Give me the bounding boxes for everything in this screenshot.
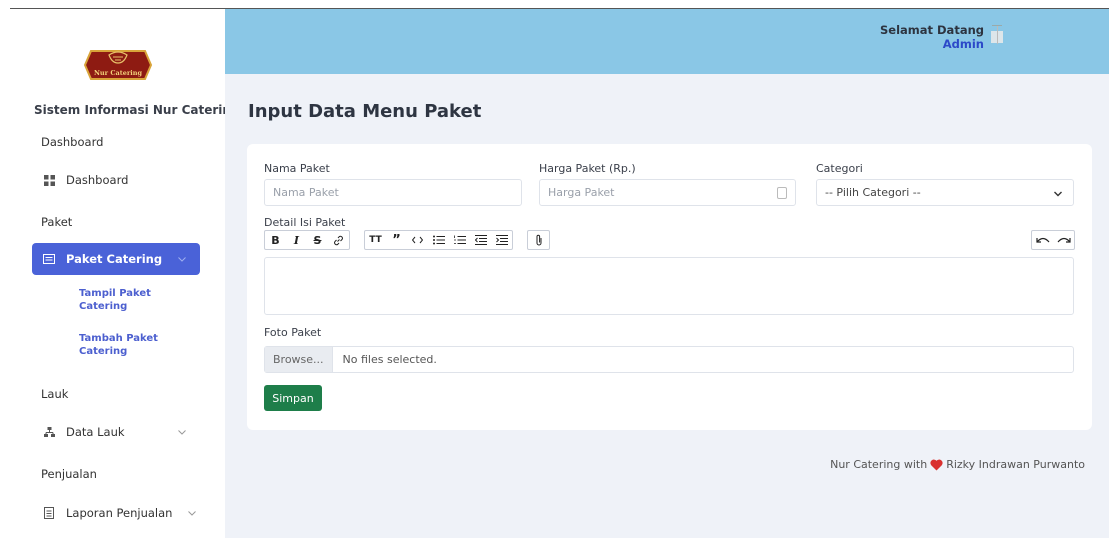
- detail-isi-paket-label: Detail Isi Paket: [264, 216, 346, 229]
- sidebar: Nur Catering Sistem Informasi Nur Cateri…: [10, 9, 240, 538]
- text-format-group: B I S: [264, 230, 350, 250]
- footer: Nur Catering with Rizky Indrawan Purwant…: [830, 458, 1085, 471]
- foto-paket-label: Foto Paket: [264, 326, 322, 339]
- heart-icon: [930, 459, 943, 471]
- bullet-list-icon: [432, 235, 445, 245]
- footer-author: Rizky Indrawan Purwanto: [946, 458, 1085, 471]
- section-dashboard: Dashboard: [41, 135, 104, 149]
- outdent-button[interactable]: [470, 231, 491, 249]
- sidebar-item-label: Laporan Penjualan: [66, 506, 173, 520]
- numbered-list-button[interactable]: [449, 231, 470, 249]
- logo[interactable]: Nur Catering: [83, 45, 153, 85]
- sidebar-subitem-tambah-paket[interactable]: Tambah Paket Catering: [79, 332, 158, 358]
- form-card: Nama Paket Nama Paket Harga Paket (Rp.) …: [247, 144, 1092, 430]
- avatar[interactable]: [989, 23, 1009, 49]
- sidebar-item-label: Dashboard: [66, 173, 129, 187]
- sidebar-subitem-tampil-paket[interactable]: Tampil Paket Catering: [79, 287, 151, 313]
- quote-button[interactable]: ”: [386, 231, 407, 249]
- outdent-icon: [474, 235, 487, 245]
- categori-select[interactable]: -- Pilih Categori --: [816, 179, 1074, 206]
- sidebar-item-data-lauk[interactable]: Data Lauk: [32, 416, 200, 448]
- greeting-text: Selamat Datang: [879, 23, 984, 37]
- section-paket: Paket: [41, 215, 73, 229]
- history-group: [1031, 230, 1075, 250]
- chevron-down-icon: [176, 253, 188, 265]
- attachment-group: [527, 230, 550, 250]
- redo-button[interactable]: [1053, 231, 1074, 249]
- sidebar-item-dashboard[interactable]: Dashboard: [32, 164, 200, 196]
- number-spinner-icon[interactable]: [777, 187, 787, 199]
- user-greeting[interactable]: Selamat Datang Admin: [880, 23, 984, 51]
- editor-toolbar: B I S TT ”: [264, 230, 564, 250]
- foto-paket-file-input[interactable]: Browse... No files selected.: [264, 346, 1074, 373]
- bold-button[interactable]: B: [265, 231, 286, 249]
- nama-paket-input[interactable]: Nama Paket: [264, 179, 522, 206]
- link-button[interactable]: [328, 231, 349, 249]
- strikethrough-button[interactable]: S: [307, 231, 328, 249]
- indent-icon: [495, 235, 508, 245]
- indent-button[interactable]: [491, 231, 512, 249]
- chevron-down-icon: [186, 507, 198, 519]
- sidebar-item-label: Paket Catering: [66, 252, 163, 266]
- document-icon: [41, 505, 57, 521]
- sidebar-item-paket-catering[interactable]: Paket Catering: [32, 243, 200, 275]
- file-status: No files selected.: [342, 353, 437, 366]
- section-penjualan: Penjualan: [41, 467, 97, 481]
- link-icon: [334, 235, 343, 245]
- main-content: Input Data Menu Paket Nama Paket Nama Pa…: [225, 74, 1109, 538]
- footer-prefix: Nur Catering with: [830, 458, 928, 471]
- app-title: Sistem Informasi Nur Catering: [34, 103, 240, 117]
- block-format-group: TT ”: [364, 230, 513, 250]
- detail-editor[interactable]: [264, 257, 1074, 315]
- bullet-list-button[interactable]: [428, 231, 449, 249]
- harga-paket-input[interactable]: Harga Paket: [539, 179, 796, 206]
- undo-icon: [1035, 237, 1049, 243]
- categori-label: Categori: [816, 162, 863, 175]
- code-button[interactable]: [407, 231, 428, 249]
- nama-paket-label: Nama Paket: [264, 162, 330, 175]
- top-header: Selamat Datang Admin: [225, 9, 1109, 74]
- section-lauk: Lauk: [41, 387, 69, 401]
- grid-icon: [41, 172, 57, 188]
- user-name: Admin: [942, 37, 984, 51]
- chevron-down-icon: [176, 426, 188, 438]
- simpan-button[interactable]: Simpan: [264, 385, 322, 411]
- svg-text:Nur Catering: Nur Catering: [94, 69, 142, 77]
- heading-button[interactable]: TT: [365, 231, 386, 249]
- chevron-down-icon: [1053, 189, 1063, 199]
- undo-button[interactable]: [1032, 231, 1053, 249]
- page-title: Input Data Menu Paket: [248, 101, 482, 122]
- sidebar-item-label: Data Lauk: [66, 425, 125, 439]
- harga-paket-label: Harga Paket (Rp.): [539, 162, 636, 175]
- attach-button[interactable]: [528, 231, 549, 249]
- italic-button[interactable]: I: [286, 231, 307, 249]
- tree-icon: [41, 424, 57, 440]
- redo-icon: [1057, 237, 1071, 243]
- card-icon: [41, 251, 57, 267]
- browse-button[interactable]: Browse...: [265, 347, 333, 372]
- code-icon: [412, 236, 423, 244]
- numbered-list-icon: [453, 235, 466, 244]
- paperclip-icon: [536, 234, 541, 246]
- sidebar-item-laporan-penjualan[interactable]: Laporan Penjualan: [32, 497, 212, 529]
